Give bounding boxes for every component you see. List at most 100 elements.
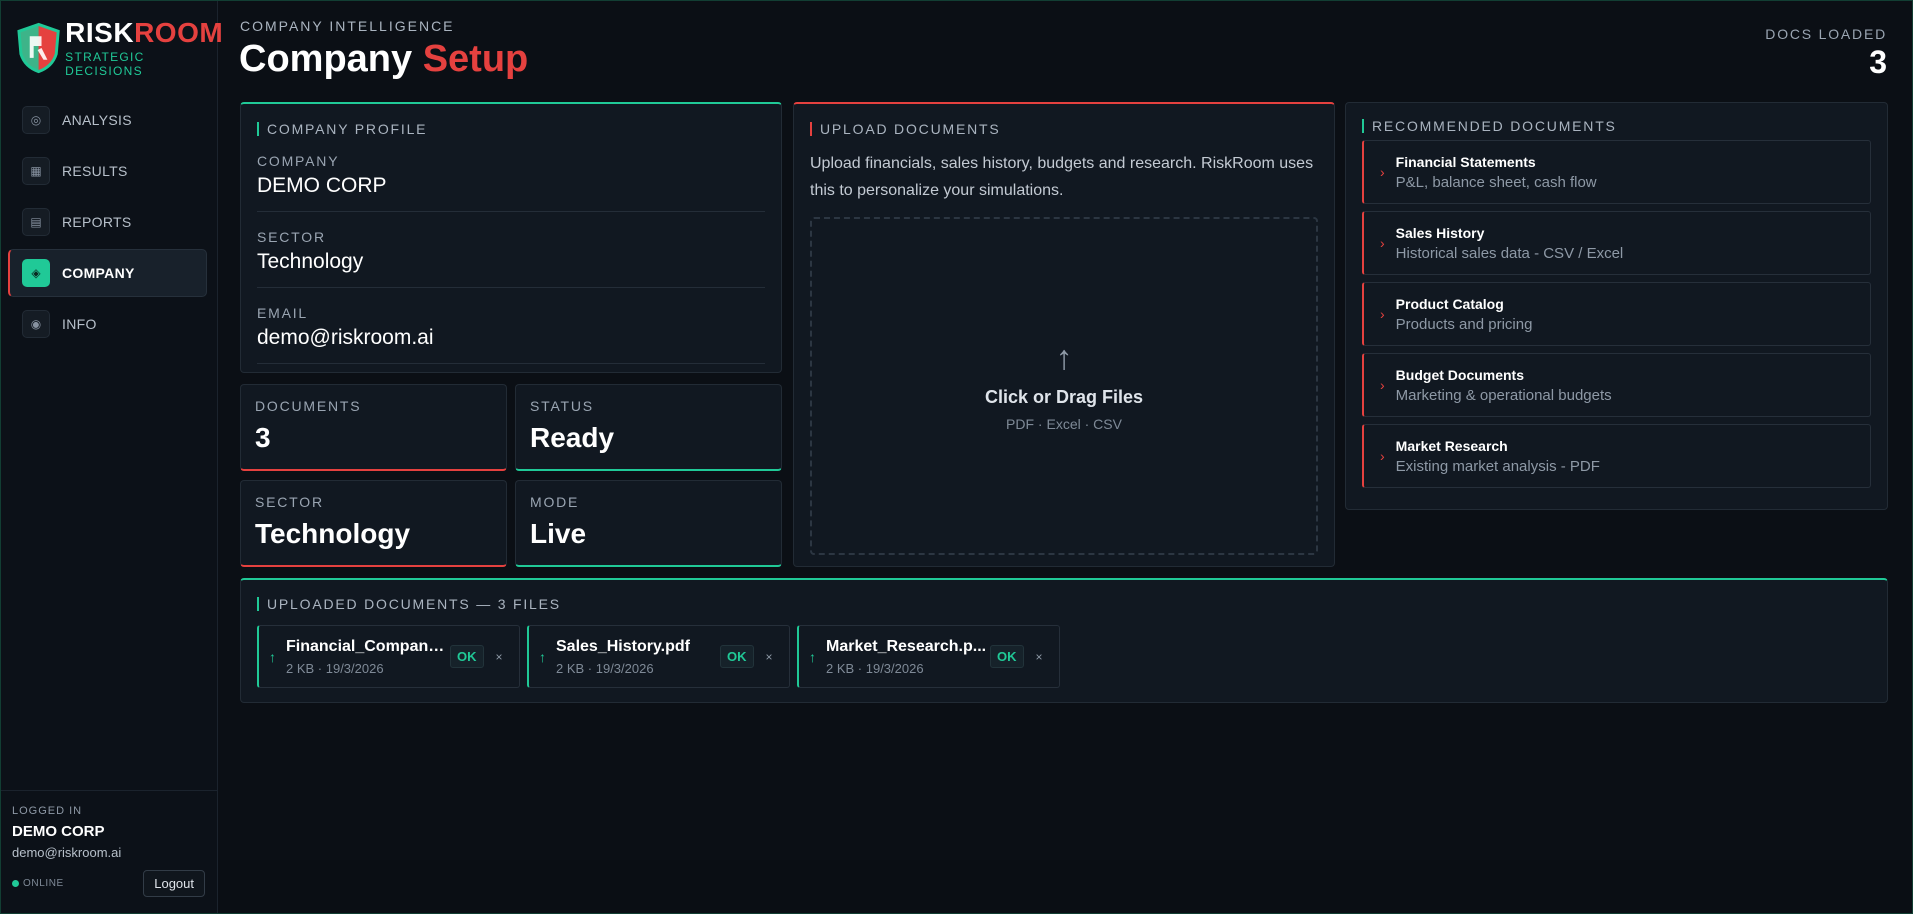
sidebar: RISKROOM STRATEGIC DECISIONS ◎ ANALYSIS … — [0, 0, 223, 914]
uploaded-file-card[interactable]: ↑ Financial_Company... 2 KB · 19/3/2026 … — [257, 625, 520, 688]
file-status-badge: OK — [990, 645, 1024, 668]
stat-card-documents: DOCUMENTS 3 — [240, 384, 507, 471]
field-value: demo@riskroom.ai — [257, 326, 434, 349]
file-meta: 2 KB · 19/3/2026 — [286, 660, 384, 676]
stat-value: Live — [530, 518, 587, 549]
file-dropzone[interactable]: ↑ Click or Drag Files PDF · Excel · CSV — [810, 217, 1318, 555]
brand-logo[interactable]: RISKROOM STRATEGIC DECISIONS — [16, 18, 224, 78]
breadcrumb: COMPANY INTELLIGENCE — [240, 18, 455, 34]
recommended-item-desc: Historical sales data - CSV / Excel — [1395, 244, 1624, 262]
sidebar-item-reports[interactable]: ▤ REPORTS — [8, 198, 207, 246]
recommended-item-name: Financial Statements — [1395, 153, 1536, 170]
recommended-item-desc: Products and pricing — [1395, 315, 1533, 333]
sidebar-item-label: COMPANY — [62, 265, 135, 281]
user-company: DEMO CORP — [12, 823, 105, 840]
uploaded-file-card[interactable]: ↑ Market_Research.p... 2 KB · 19/3/2026 … — [797, 625, 1060, 688]
stat-label: SECTOR — [255, 494, 324, 510]
remove-file-close-icon[interactable]: × — [766, 650, 773, 664]
panel-title: RECOMMENDED DOCUMENTS — [1362, 119, 1871, 133]
recommended-item-financial-statements[interactable]: › Financial Statements P&L, balance shee… — [1362, 140, 1871, 204]
sidebar-item-analysis[interactable]: ◎ ANALYSIS — [8, 96, 207, 144]
recommended-item-name: Product Catalog — [1395, 295, 1504, 312]
recommended-item-product-catalog[interactable]: › Product Catalog Products and pricing — [1362, 282, 1871, 346]
grid-icon: ▦ — [22, 157, 50, 185]
uploaded-documents-panel: UPLOADED DOCUMENTS — 3 FILES ↑ Financial… — [240, 578, 1888, 703]
document-icon: ▤ — [22, 208, 50, 236]
docs-loaded-label: DOCS LOADED — [1765, 26, 1887, 42]
stat-value: 3 — [255, 422, 271, 453]
recommended-item-name: Sales History — [1395, 224, 1485, 241]
upload-arrow-icon: ↑ — [809, 648, 816, 665]
uploaded-files-list: ↑ Financial_Company... 2 KB · 19/3/2026 … — [257, 625, 1871, 688]
upload-arrow-icon: ↑ — [1055, 338, 1073, 377]
dropzone-title: Click or Drag Files — [984, 386, 1144, 407]
user-email: demo@riskroom.ai — [12, 845, 122, 860]
recommended-documents-panel: RECOMMENDED DOCUMENTS › Financial Statem… — [1345, 102, 1888, 510]
upload-arrow-icon: ↑ — [269, 648, 276, 665]
stat-value: Technology — [255, 518, 411, 549]
chevron-right-icon: › — [1380, 448, 1385, 464]
remove-file-close-icon[interactable]: × — [1036, 650, 1043, 664]
docs-loaded-counter: DOCS LOADED 3 — [1765, 26, 1887, 81]
stat-value: Ready — [530, 422, 615, 453]
sidebar-item-label: INFO — [62, 316, 97, 332]
uploaded-file-card[interactable]: ↑ Sales_History.pdf 2 KB · 19/3/2026 OK … — [527, 625, 790, 688]
company-profile-panel: COMPANY PROFILE COMPANY DEMO CORP SECTOR… — [240, 102, 782, 373]
shield-logo-icon — [17, 22, 60, 74]
file-status-badge: OK — [720, 645, 754, 668]
app-root: RISKROOM STRATEGIC DECISIONS ◎ ANALYSIS … — [0, 0, 1913, 914]
field-value: DEMO CORP — [257, 174, 387, 197]
sidebar-item-company[interactable]: ◈ COMPANY — [8, 249, 207, 297]
stat-label: STATUS — [530, 398, 594, 414]
recommended-item-desc: Marketing & operational budgets — [1395, 386, 1612, 404]
recommended-item-budget-documents[interactable]: › Budget Documents Marketing & operation… — [1362, 353, 1871, 417]
user-panel: LOGGED IN DEMO CORP demo@riskroom.ai ONL… — [0, 790, 217, 914]
profile-field-email: EMAIL demo@riskroom.ai — [257, 305, 765, 364]
sidebar-nav: ◎ ANALYSIS ▦ RESULTS ▤ REPORTS ◈ COMPANY… — [8, 96, 207, 351]
field-value: Technology — [257, 250, 364, 273]
logout-button[interactable]: Logout — [143, 870, 205, 897]
logged-in-caption: LOGGED IN — [12, 805, 83, 817]
stat-card-mode: MODE Live — [515, 480, 782, 567]
online-status-label: ONLINE — [23, 878, 64, 889]
status-dot-icon — [12, 880, 19, 887]
bottom-band — [218, 860, 1913, 914]
profile-field-sector: SECTOR Technology — [257, 229, 765, 288]
brand-name: RISKROOM — [65, 18, 224, 48]
sidebar-item-info[interactable]: ◉ INFO — [8, 300, 207, 348]
docs-loaded-value: 3 — [1869, 44, 1887, 80]
sidebar-item-label: RESULTS — [62, 163, 128, 179]
remove-file-close-icon[interactable]: × — [496, 650, 503, 664]
file-status-badge: OK — [450, 645, 484, 668]
field-label: EMAIL — [257, 305, 309, 321]
page-title-part2: Setup — [422, 38, 529, 80]
target-icon: ◎ — [22, 106, 50, 134]
file-meta: 2 KB · 19/3/2026 — [556, 660, 654, 676]
recommended-item-market-research[interactable]: › Market Research Existing market analys… — [1362, 424, 1871, 488]
info-icon: ◉ — [22, 310, 50, 338]
sidebar-item-results[interactable]: ▦ RESULTS — [8, 147, 207, 195]
panel-title: UPLOAD DOCUMENTS — [810, 122, 1318, 136]
panel-title: COMPANY PROFILE — [257, 122, 765, 136]
recommended-item-desc: Existing market analysis - PDF — [1395, 457, 1600, 475]
online-status: ONLINE — [12, 878, 64, 889]
file-name: Financial_Company... — [286, 637, 448, 655]
upload-description: Upload financials, sales history, budget… — [810, 155, 1314, 199]
recommended-item-name: Market Research — [1395, 437, 1508, 454]
brand-tagline: STRATEGIC DECISIONS — [65, 50, 145, 78]
brand-name-part1: RISK — [65, 17, 135, 48]
diamond-icon: ◈ — [22, 259, 50, 287]
file-meta: 2 KB · 19/3/2026 — [826, 660, 924, 676]
recommended-item-sales-history[interactable]: › Sales History Historical sales data - … — [1362, 211, 1871, 275]
page-title-part1: Company — [239, 38, 413, 80]
chevron-right-icon: › — [1380, 377, 1385, 393]
main-content: COMPANY INTELLIGENCE Company Setup DOCS … — [218, 0, 1913, 914]
profile-field-company: COMPANY DEMO CORP — [257, 153, 765, 212]
recommended-item-name: Budget Documents — [1395, 366, 1525, 383]
chevron-right-icon: › — [1380, 306, 1385, 322]
stat-card-sector: SECTOR Technology — [240, 480, 507, 567]
stat-card-status: STATUS Ready — [515, 384, 782, 471]
sidebar-item-label: ANALYSIS — [62, 112, 132, 128]
stat-label: DOCUMENTS — [255, 398, 362, 414]
brand-name-part2: ROOM — [134, 17, 224, 48]
